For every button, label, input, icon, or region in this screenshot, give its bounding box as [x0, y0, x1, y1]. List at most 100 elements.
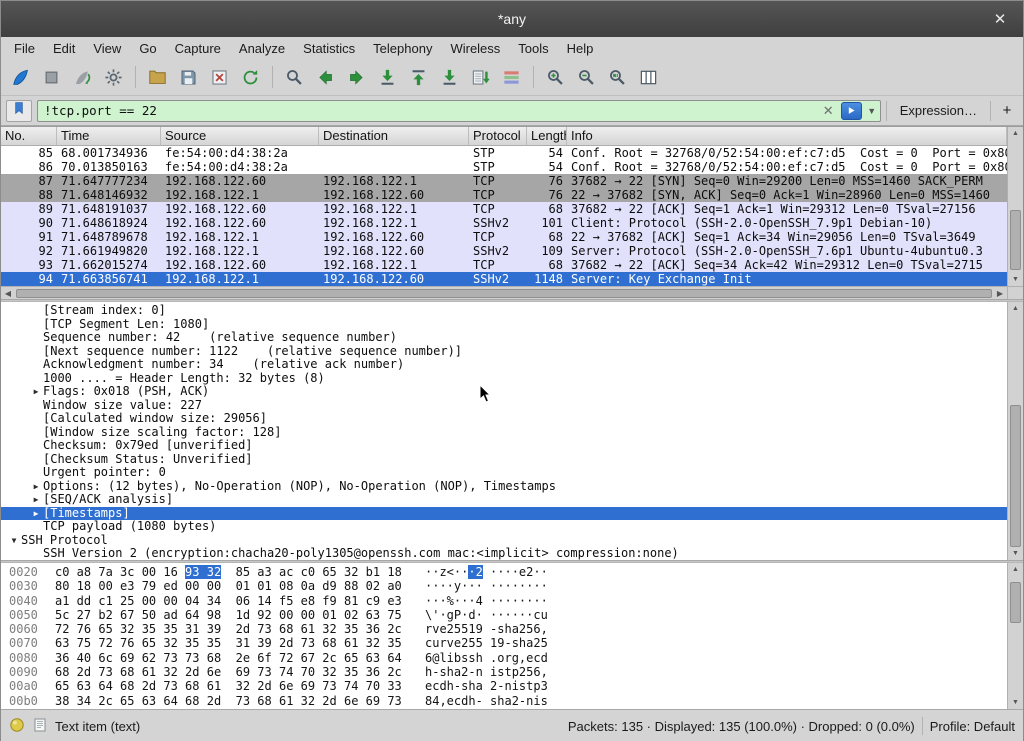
filter-clear-button[interactable]: ✕ [818, 103, 839, 119]
detail-line[interactable]: ▶[SEQ/ACK analysis] [1, 493, 1007, 507]
scroll-down-icon[interactable]: ▼ [1008, 547, 1023, 560]
scroll-up-icon[interactable]: ▲ [1008, 127, 1023, 140]
detail-line[interactable]: [Calculated window size: 29056] [1, 412, 1007, 426]
column-header-length[interactable]: Length [527, 127, 567, 145]
hex-row[interactable]: 009068 2d 73 68 61 32 2d 6e 69 73 74 70 … [1, 665, 1007, 679]
add-filter-button[interactable]: + [996, 100, 1018, 122]
restart-capture-button[interactable] [67, 62, 98, 92]
zoom-in-button[interactable] [540, 62, 571, 92]
detail-line[interactable]: ▶Flags: 0x018 (PSH, ACK) [1, 385, 1007, 399]
profile-status[interactable]: Profile: Default [930, 719, 1015, 734]
packet-row[interactable]: 8670.013850163fe:54:00:d4:38:2aSTP54Conf… [1, 160, 1007, 174]
menu-help[interactable]: Help [558, 39, 603, 58]
packet-list-vscrollbar[interactable]: ▲ ▼ [1007, 127, 1023, 286]
find-packet-button[interactable] [279, 62, 310, 92]
go-first-button[interactable] [403, 62, 434, 92]
expander-closed-icon[interactable]: ▶ [29, 493, 43, 507]
expression-button[interactable]: Expression… [892, 103, 985, 118]
detail-line[interactable]: Sequence number: 42 (relative sequence n… [1, 331, 1007, 345]
hex-row[interactable]: 006072 76 65 32 35 35 31 39 2d 73 68 61 … [1, 622, 1007, 636]
menu-go[interactable]: Go [130, 39, 165, 58]
bytes-vscroll-thumb[interactable] [1010, 582, 1021, 623]
detail-line[interactable]: TCP payload (1080 bytes) [1, 520, 1007, 534]
display-filter-input[interactable] [38, 103, 818, 118]
packet-row[interactable]: 8771.647777234192.168.122.60192.168.122.… [1, 174, 1007, 188]
zoom-out-button[interactable] [571, 62, 602, 92]
column-header-no[interactable]: No. [1, 127, 57, 145]
colorize-button[interactable] [496, 62, 527, 92]
packet-row[interactable]: 9271.661949820192.168.122.1192.168.122.6… [1, 244, 1007, 258]
detail-line[interactable]: 1000 .... = Header Length: 32 bytes (8) [1, 372, 1007, 386]
hex-row[interactable]: 00505c 27 b2 67 50 ad 64 98 1d 92 00 00 … [1, 608, 1007, 622]
save-file-button[interactable] [173, 62, 204, 92]
menu-telephony[interactable]: Telephony [364, 39, 441, 58]
detail-line[interactable]: Acknowledgment number: 34 (relative ack … [1, 358, 1007, 372]
detail-line[interactable]: ▶Options: (12 bytes), No-Operation (NOP)… [1, 480, 1007, 494]
expander-closed-icon[interactable]: ▶ [29, 507, 43, 521]
menu-statistics[interactable]: Statistics [294, 39, 364, 58]
column-header-destination[interactable]: Destination [319, 127, 469, 145]
detail-line[interactable]: SSH Version 2 (encryption:chacha20-poly1… [1, 547, 1007, 560]
packet-row[interactable]: 9371.662015274192.168.122.60192.168.122.… [1, 258, 1007, 272]
scroll-up-icon[interactable]: ▲ [1008, 302, 1023, 315]
close-window-button[interactable]: ✕ [987, 1, 1013, 37]
details-vscroll-thumb[interactable] [1010, 405, 1021, 547]
detail-line[interactable]: Checksum: 0x79ed [unverified] [1, 439, 1007, 453]
packet-row[interactable]: 8871.648146932192.168.122.1192.168.122.6… [1, 188, 1007, 202]
expander-closed-icon[interactable]: ▶ [29, 385, 43, 399]
detail-line[interactable]: [Stream index: 0] [1, 304, 1007, 318]
column-header-source[interactable]: Source [161, 127, 319, 145]
menu-wireless[interactable]: Wireless [441, 39, 509, 58]
packet-list-vscroll-thumb[interactable] [1010, 210, 1021, 270]
detail-line[interactable]: Urgent pointer: 0 [1, 466, 1007, 480]
menu-tools[interactable]: Tools [509, 39, 557, 58]
detail-line[interactable]: Window size value: 227 [1, 399, 1007, 413]
auto-scroll-button[interactable] [465, 62, 496, 92]
scroll-up-icon[interactable]: ▲ [1008, 563, 1023, 576]
detail-line[interactable]: [Window size scaling factor: 128] [1, 426, 1007, 440]
resize-columns-button[interactable] [633, 62, 664, 92]
packet-row[interactable]: 8568.001734936fe:54:00:d4:38:2aSTP54Conf… [1, 146, 1007, 160]
packet-list-hscroll-thumb[interactable] [16, 289, 992, 298]
hex-row[interactable]: 0040a1 dd c1 25 00 00 04 34 06 14 f5 e8 … [1, 594, 1007, 608]
detail-line[interactable]: ▶[Timestamps] [1, 507, 1007, 521]
open-file-button[interactable] [142, 62, 173, 92]
packet-row[interactable]: 8971.648191037192.168.122.60192.168.122.… [1, 202, 1007, 216]
expander-open-icon[interactable]: ▼ [7, 534, 21, 548]
menu-capture[interactable]: Capture [166, 39, 230, 58]
column-header-time[interactable]: Time [57, 127, 161, 145]
expert-info-button[interactable] [9, 717, 25, 736]
scroll-left-icon[interactable]: ◀ [1, 289, 15, 298]
detail-line[interactable]: [Checksum Status: Unverified] [1, 453, 1007, 467]
filter-apply-button[interactable] [841, 102, 862, 120]
packet-row[interactable]: 9171.648789678192.168.122.1192.168.122.6… [1, 230, 1007, 244]
filter-bookmark-button[interactable] [6, 100, 32, 122]
go-last-button[interactable] [434, 62, 465, 92]
hex-row[interactable]: 008036 40 6c 69 62 73 73 68 2e 6f 72 67 … [1, 651, 1007, 665]
stop-capture-button[interactable] [36, 62, 67, 92]
hex-row[interactable]: 00a065 63 64 68 2d 73 68 61 32 2d 6e 69 … [1, 679, 1007, 693]
hex-row[interactable]: 0020c0 a8 7a 3c 00 16 93 32 85 a3 ac c0 … [1, 565, 1007, 579]
packet-list-hscrollbar[interactable]: ◀ ▶ [1, 286, 1007, 299]
capture-comment-button[interactable] [32, 717, 48, 736]
filter-history-dropdown[interactable]: ▼ [864, 106, 880, 116]
menu-edit[interactable]: Edit [44, 39, 84, 58]
hex-row[interactable]: 00b038 34 2c 65 63 64 68 2d 73 68 61 32 … [1, 694, 1007, 708]
scroll-right-icon[interactable]: ▶ [993, 289, 1007, 298]
detail-line[interactable]: [Next sequence number: 1122 (relative se… [1, 345, 1007, 359]
menu-analyze[interactable]: Analyze [230, 39, 294, 58]
expander-closed-icon[interactable]: ▶ [29, 480, 43, 494]
column-header-protocol[interactable]: Protocol [469, 127, 527, 145]
scroll-down-icon[interactable]: ▼ [1008, 696, 1023, 709]
details-vscrollbar[interactable]: ▲ ▼ [1007, 302, 1023, 560]
packet-row[interactable]: 9071.648618924192.168.122.60192.168.122.… [1, 216, 1007, 230]
menu-file[interactable]: File [5, 39, 44, 58]
detail-line[interactable]: [TCP Segment Len: 1080] [1, 318, 1007, 332]
column-header-info[interactable]: Info [567, 127, 1007, 145]
capture-options-button[interactable] [98, 62, 129, 92]
packet-row[interactable]: 9471.663856741192.168.122.1192.168.122.6… [1, 272, 1007, 286]
close-file-button[interactable] [204, 62, 235, 92]
detail-line[interactable]: ▼SSH Protocol [1, 534, 1007, 548]
go-back-button[interactable] [310, 62, 341, 92]
hex-row[interactable]: 007063 75 72 76 65 32 35 35 31 39 2d 73 … [1, 636, 1007, 650]
